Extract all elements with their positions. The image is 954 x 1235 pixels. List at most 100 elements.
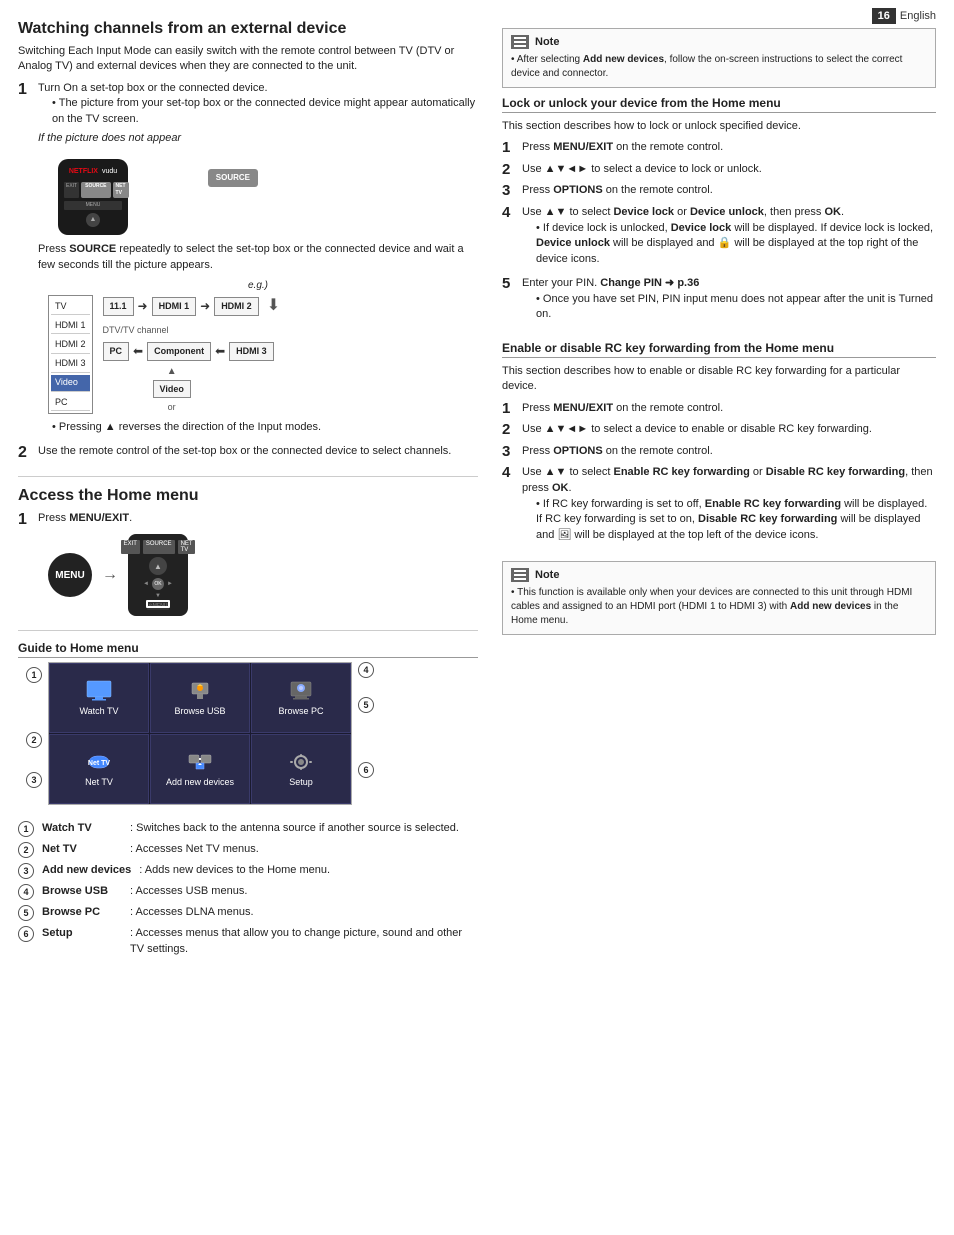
lock-step-4: 4 Use ▲▼ to select Device lock or Device… [502,205,936,271]
input-flow-diagram: TV HDMI 1 HDMI 2 HDMI 3 Video PC 11.1 [48,295,478,414]
lock-step-5-bullets: Once you have set PIN, PIN input menu do… [522,292,936,323]
adddev-svg-icon [186,751,214,773]
note-line-2-2 [514,574,526,576]
lock-step-2-text: Use ▲▼◄► to select a device to lock or u… [522,162,936,178]
menu-cell-watch-tv[interactable]: Watch TV [49,663,149,733]
legend-desc-3: : Adds new devices to the Home menu. [139,863,478,878]
menu-cell-browsepc-label: Browse PC [278,706,323,716]
pressing-note: Pressing ▲ reverses the direction of the… [52,420,478,435]
lock-step-3: 3 Press OPTIONS on the remote control. [502,183,936,200]
legend-num-5: 5 [18,905,34,921]
pc-svg-icon [287,680,315,702]
menu-cell-watchtv-label: Watch TV [79,706,118,716]
setup-svg-icon [287,751,315,773]
source-note: Press SOURCE repeatedly to select the se… [38,242,478,273]
add-devices-icon [185,751,215,773]
remote-small-diagram: EXIT SOURCE NET TV ▲ ◄ OK ► [128,534,188,616]
watching-channels-section: Watching channels from an external devic… [18,20,478,462]
watching-channels-intro: Switching Each Input Mode can easily swi… [18,44,478,75]
lock-step-3-text: Press OPTIONS on the remote control. [522,183,936,199]
note-title-1: Note [535,36,559,48]
lock-unlock-heading: Lock or unlock your device from the Home… [502,96,936,113]
legend-name-2: Net TV [42,842,122,857]
legend-desc-4: : Accesses USB menus. [130,884,478,899]
remote-source-diagram: NETFLIX vudu EXIT SOURCE NET TV [58,154,478,234]
rc-step-4-bullets: If RC key forwarding is set to off, Enab… [522,497,936,543]
legend-item-2: 2 Net TV : Accesses Net TV menus. [18,842,478,858]
legend-item-4: 4 Browse USB : Accesses USB menus. [18,884,478,900]
rc-step-3: 3 Press OPTIONS on the remote control. [502,444,936,461]
guide-home-menu-section: Guide to Home menu 4 5 1 2 3 6 [18,641,478,957]
home-step-1-number: 1 [18,511,32,529]
lock-step-5-text: Enter your PIN. Change PIN ➜ p.36 Once y… [522,276,936,327]
legend-item-1: 1 Watch TV : Switches back to the antenn… [18,821,478,837]
flow-video: Video [153,380,191,399]
rc-step-2-num: 2 [502,422,516,439]
menu-cell-browse-pc[interactable]: Browse PC [251,663,351,733]
input-hdmi2: HDMI 2 [51,336,90,353]
legend-name-4: Browse USB [42,884,122,899]
input-hdmi1: HDMI 1 [51,317,90,334]
menu-cell-setup[interactable]: Setup [251,734,351,804]
note-header-2: Note [511,568,927,582]
note-content-1: • After selecting Add new devices, follo… [511,53,927,81]
rc-key-heading: Enable or disable RC key forwarding from… [502,341,936,358]
step-1-number: 1 [18,81,32,99]
step-2-number: 2 [18,444,32,462]
legend-name-3: Add new devices [42,863,131,878]
note-line-1 [514,37,526,39]
legend-name-1: Watch TV [42,821,122,836]
remote-exit-btn: EXIT [121,540,140,554]
watch-tv-icon [84,680,114,702]
legend-num-3: 3 [18,863,34,879]
callout-1: 1 [26,667,42,683]
setup-icon [286,751,316,773]
legend-desc-2: : Accesses Net TV menus. [130,842,478,857]
home-step-1: 1 Press MENU/EXIT. [18,511,478,529]
rc-step-1-num: 1 [502,401,516,418]
callout-4: 4 [358,662,374,678]
menu-cell-browse-usb[interactable]: Browse USB [150,663,250,733]
lock-step-2: 2 Use ▲▼◄► to select a device to lock or… [502,162,936,179]
lock-unlock-intro: This section describes how to lock or un… [502,119,936,134]
note-box-2: Note • This function is available only w… [502,561,936,635]
legend-num-2: 2 [18,842,34,858]
callout-5: 5 [358,697,374,713]
left-column: Watching channels from an external devic… [18,20,478,1215]
watching-channels-heading: Watching channels from an external devic… [18,20,478,38]
rc-step-3-num: 3 [502,444,516,461]
input-video: Video [51,375,90,392]
legend-name-6: Setup [42,926,122,941]
menu-cell-add-devices[interactable]: Add new devices [150,734,250,804]
dtv-label: DTV/TV channel [103,324,281,337]
lock-step-5-bullet: Once you have set PIN, PIN input menu do… [536,292,936,323]
page-number-bar: 16 English [872,8,936,24]
flow-component: Component [147,342,211,361]
note-icon-2 [511,568,529,582]
legend-item-6: 6 Setup : Accesses menus that allow you … [18,926,478,957]
lock-unlock-section: Lock or unlock your device from the Home… [502,96,936,327]
step-2: 2 Use the remote control of the set-top … [18,444,478,462]
remote-nettv-btn: NET TV [178,540,196,554]
legend-num-1: 1 [18,821,34,837]
rc-key-section: Enable or disable RC key forwarding from… [502,341,936,547]
note-line-3 [514,45,526,47]
rc-step-1-text: Press MENU/EXIT on the remote control. [522,401,936,417]
access-home-heading: Access the Home menu [18,487,478,505]
divider-2 [18,630,478,631]
note-icon-1 [511,35,529,49]
menu-cell-net-tv[interactable]: Net TV Net TV [49,734,149,804]
menu-remote-diagram: MENU → EXIT SOURCE NET TV ▲ [48,534,478,616]
lock-step-4-bullet: If device lock is unlocked, Device lock … [536,221,936,267]
rc-step-1: 1 Press MENU/EXIT on the remote control. [502,401,936,418]
remote-menu-btn: ⊙MENU [147,602,170,610]
step-1-bullets: The picture from your set-top box or the… [38,96,478,127]
note-line-2-3 [514,578,526,580]
browse-usb-icon [185,680,215,702]
page-language: English [900,10,936,22]
tv-svg-icon [85,680,113,702]
menu-cell-nettv-label: Net TV [85,777,113,787]
lock-step-1: 1 Press MENU/EXIT on the remote control. [502,140,936,157]
menu-circle-label: MENU [48,553,92,597]
rc-step-4-num: 4 [502,465,516,482]
